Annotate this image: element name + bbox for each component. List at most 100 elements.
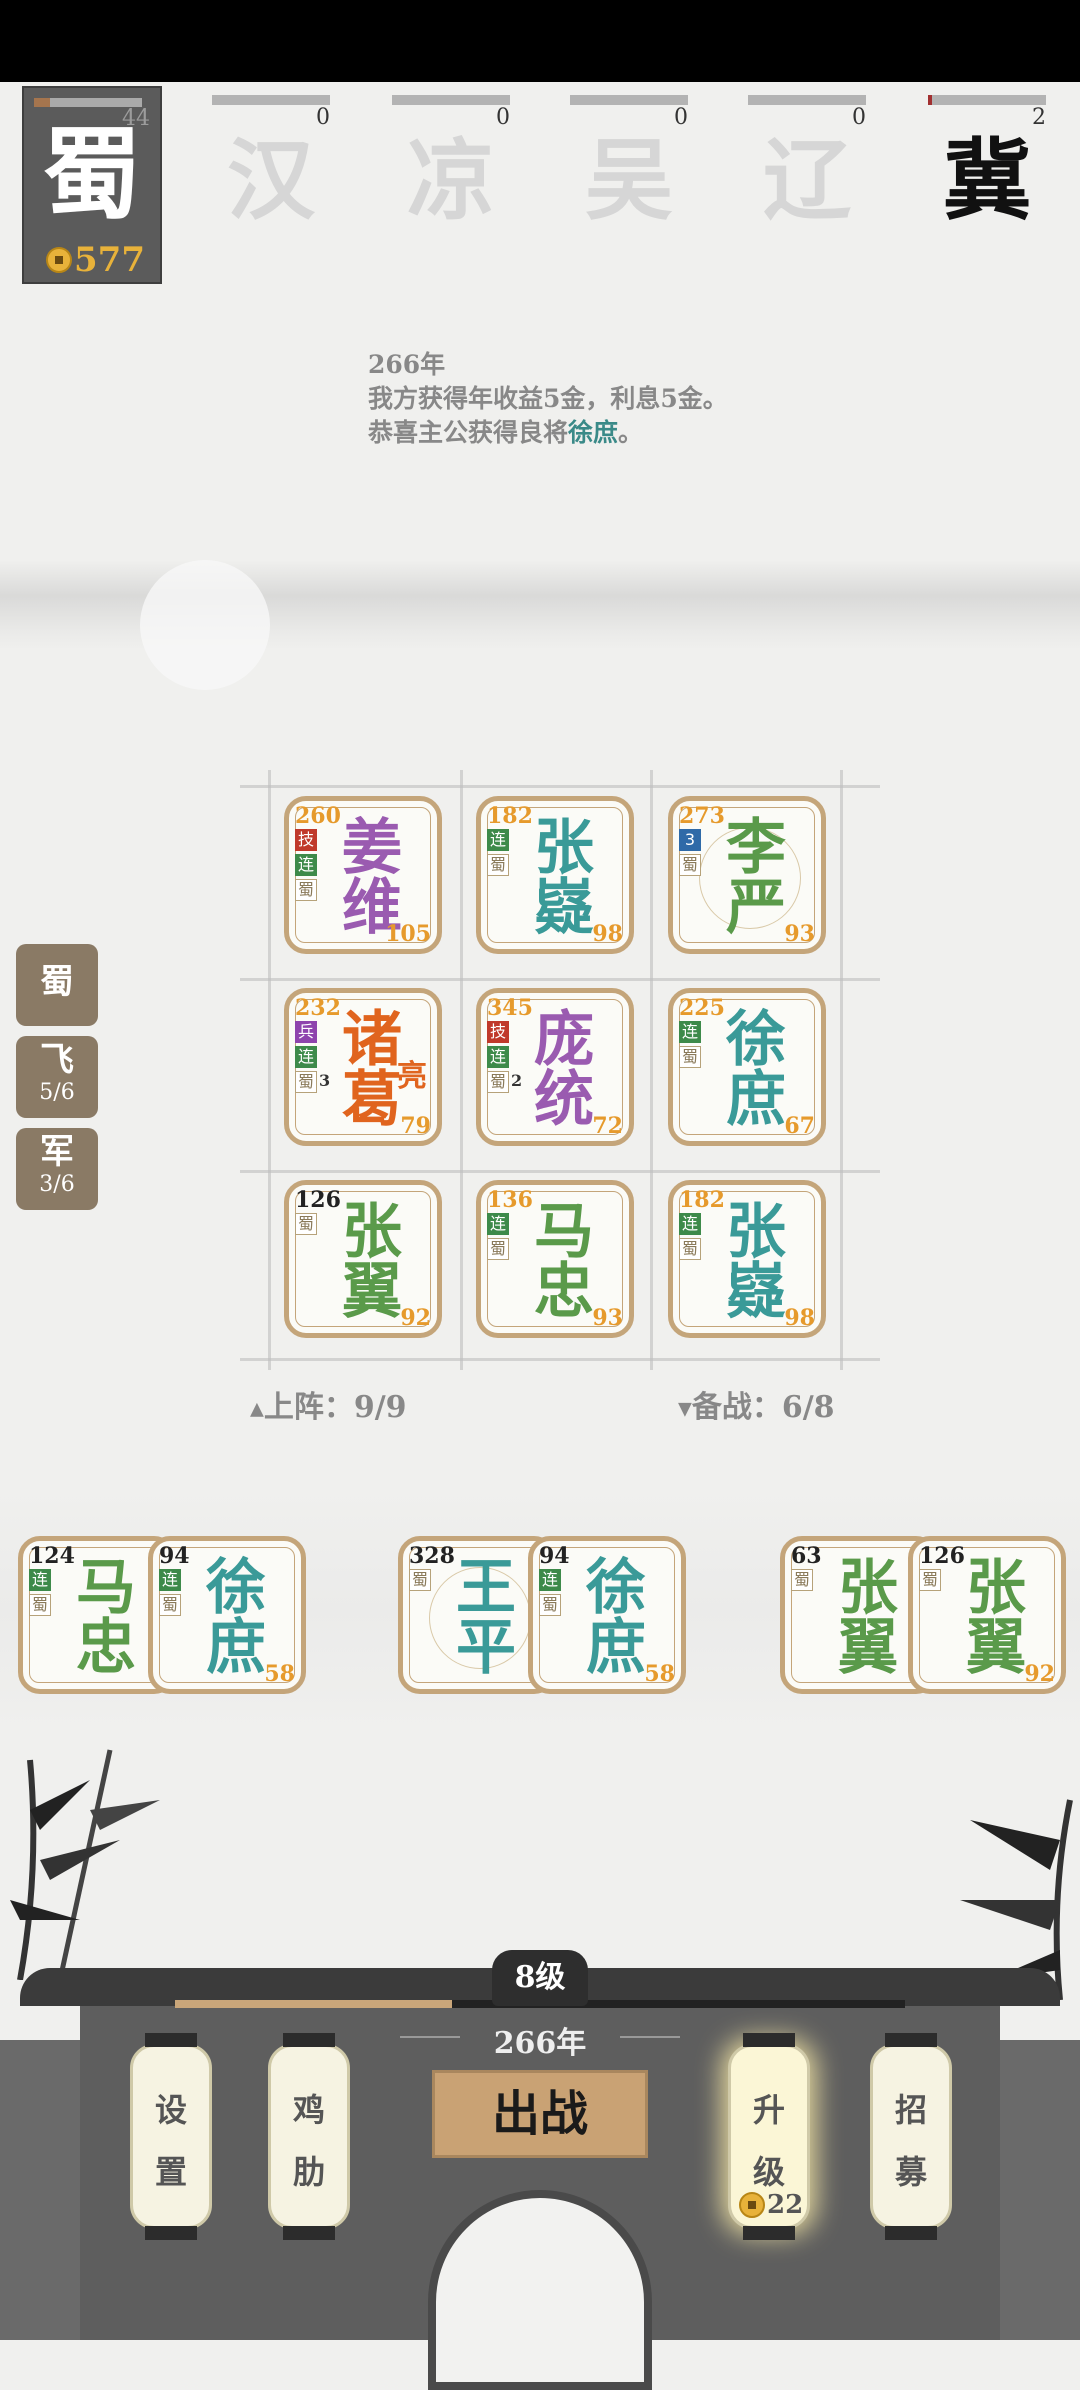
- log-year: 266年: [368, 350, 446, 379]
- faction-progress-fill: [34, 98, 51, 107]
- general-card[interactable]: 260 技连蜀姜维 105: [284, 796, 442, 954]
- general-name-char: 张: [342, 1197, 402, 1267]
- general-name-char: 张: [726, 1197, 786, 1267]
- general-card[interactable]: 94 连蜀徐庶 58: [528, 1536, 686, 1694]
- grid-line: [240, 1358, 880, 1361]
- tag-badge: 蜀: [487, 854, 509, 876]
- general-name-char: 徐: [586, 1553, 646, 1623]
- coin-icon: [46, 247, 72, 273]
- general-card[interactable]: 182 连蜀张嶷 98: [668, 1180, 826, 1338]
- tag-badge: 技: [295, 829, 317, 851]
- deployed-status: ▲上阵：9/9: [250, 1382, 407, 1426]
- tag-badge: 连: [487, 829, 509, 851]
- side-tab-title: 飞: [40, 1040, 74, 1080]
- grid-line: [240, 1170, 880, 1173]
- general-level: 92: [1024, 1661, 1055, 1687]
- general-card[interactable]: 126 蜀张翼 92: [908, 1536, 1066, 1694]
- faction-name: 辽: [762, 128, 851, 232]
- general-tags: 连蜀: [487, 829, 509, 876]
- gold-amount: 577: [74, 240, 145, 280]
- general-tags: 蜀: [409, 1569, 431, 1591]
- side-tab-jun[interactable]: 军 3/6: [16, 1128, 98, 1210]
- tag-badge: 蜀: [487, 1238, 509, 1260]
- reserve-status: ▼备战：6/8: [678, 1382, 835, 1426]
- faction-han[interactable]: 0 汉: [212, 95, 330, 245]
- general-name-char: 张: [838, 1553, 898, 1623]
- faction-ji[interactable]: 2 冀: [928, 95, 1046, 245]
- lantern-cap: [145, 2033, 197, 2047]
- ink-moon: [140, 560, 270, 690]
- lantern-base: [145, 2226, 197, 2240]
- general-card[interactable]: 225 连蜀徐庶 67: [668, 988, 826, 1146]
- general-tags: 连蜀: [679, 1213, 701, 1260]
- faction-liang[interactable]: 0 凉: [392, 95, 510, 245]
- general-tags: 技连蜀: [295, 829, 317, 901]
- general-card[interactable]: 136 连蜀马忠 93: [476, 1180, 634, 1338]
- general-tags: 蜀: [295, 1213, 317, 1235]
- tag-badge: 蜀: [29, 1594, 51, 1616]
- tag-badge: 蜀: [539, 1594, 561, 1616]
- grid-line: [240, 978, 880, 981]
- battle-button[interactable]: 出战: [432, 2070, 648, 2158]
- general-tags: 蜀: [919, 1569, 941, 1591]
- tag-badge: 蜀: [679, 1046, 701, 1068]
- general-level: 58: [644, 1661, 675, 1687]
- general-level: 93: [592, 1305, 623, 1331]
- general-name-char: 忠: [76, 1613, 136, 1683]
- tag-badge: 蜀: [487, 1071, 509, 1093]
- general-level: 92: [400, 1305, 431, 1331]
- recruit-button[interactable]: 招 募: [870, 2033, 952, 2240]
- general-level: 98: [784, 1305, 815, 1331]
- tag-badge: 连: [487, 1046, 509, 1068]
- general-tags: 兵连蜀: [295, 1021, 317, 1093]
- tag-badge: 兵: [295, 1021, 317, 1043]
- lantern-base: [743, 2226, 795, 2240]
- general-name-char: 张: [966, 1553, 1026, 1623]
- button-label: 招: [894, 2091, 927, 2129]
- grid-line: [840, 770, 843, 1370]
- button-label: 级: [752, 2153, 785, 2191]
- general-power: 94: [159, 1543, 190, 1569]
- general-level: 79: [400, 1113, 431, 1139]
- tag-badge: 连: [487, 1213, 509, 1235]
- settings-button[interactable]: 设 置: [130, 2033, 212, 2240]
- tag-badge: 连: [29, 1569, 51, 1591]
- general-level: 105: [385, 921, 431, 947]
- general-card[interactable]: 345 技连蜀 2 庞统 72: [476, 988, 634, 1146]
- general-card[interactable]: 273 3 蜀李严 93: [668, 796, 826, 954]
- general-tags: 连蜀: [539, 1569, 561, 1616]
- tag-badge: 连: [295, 854, 317, 876]
- general-name-char: 王: [456, 1553, 516, 1623]
- general-name-char: 马: [76, 1553, 136, 1623]
- event-log: 266年 我方获得年收益5金，利息5金。 恭喜主公获得良将徐庶。: [368, 348, 728, 450]
- faction-progress-bar: [748, 95, 866, 105]
- button-label: 置: [154, 2153, 187, 2191]
- general-power: 94: [539, 1543, 570, 1569]
- general-name-char: 徐: [206, 1553, 266, 1623]
- button-label: 募: [894, 2153, 927, 2191]
- grid-line: [460, 770, 463, 1370]
- general-card[interactable]: 182 连蜀张嶷 98: [476, 796, 634, 954]
- upgrade-cost: 22: [739, 2190, 803, 2220]
- general-name-char: 李: [726, 813, 786, 883]
- side-tab-count: 5/6: [39, 1080, 75, 1105]
- general-tags: 连蜀: [679, 1021, 701, 1068]
- faction-wu[interactable]: 0 吴: [570, 95, 688, 245]
- general-card[interactable]: 232 兵连蜀 3 诸葛亮 79: [284, 988, 442, 1146]
- side-tab-faction[interactable]: 蜀: [16, 944, 98, 1026]
- faction-shu-panel[interactable]: 44 蜀 577: [22, 86, 162, 284]
- faction-progress-bar: [928, 95, 1046, 105]
- tag-badge: 蜀: [295, 879, 317, 901]
- side-tab-fei[interactable]: 飞 5/6: [16, 1036, 98, 1118]
- deployed-text: 上阵：9/9: [263, 1390, 407, 1425]
- general-level: 72: [592, 1113, 623, 1139]
- coin-icon: [739, 2192, 765, 2218]
- general-card[interactable]: 94 连蜀徐庶 58: [148, 1536, 306, 1694]
- upgrade-button[interactable]: 升 级 22: [728, 2033, 810, 2240]
- faction-liao[interactable]: 0 辽: [748, 95, 866, 245]
- general-name-char: 平: [456, 1613, 516, 1683]
- general-card[interactable]: 126 蜀张翼 92: [284, 1180, 442, 1338]
- general-tags: 3蜀: [679, 829, 701, 876]
- chicken-rib-button[interactable]: 鸡 肋: [268, 2033, 350, 2240]
- lantern-cap: [885, 2033, 937, 2047]
